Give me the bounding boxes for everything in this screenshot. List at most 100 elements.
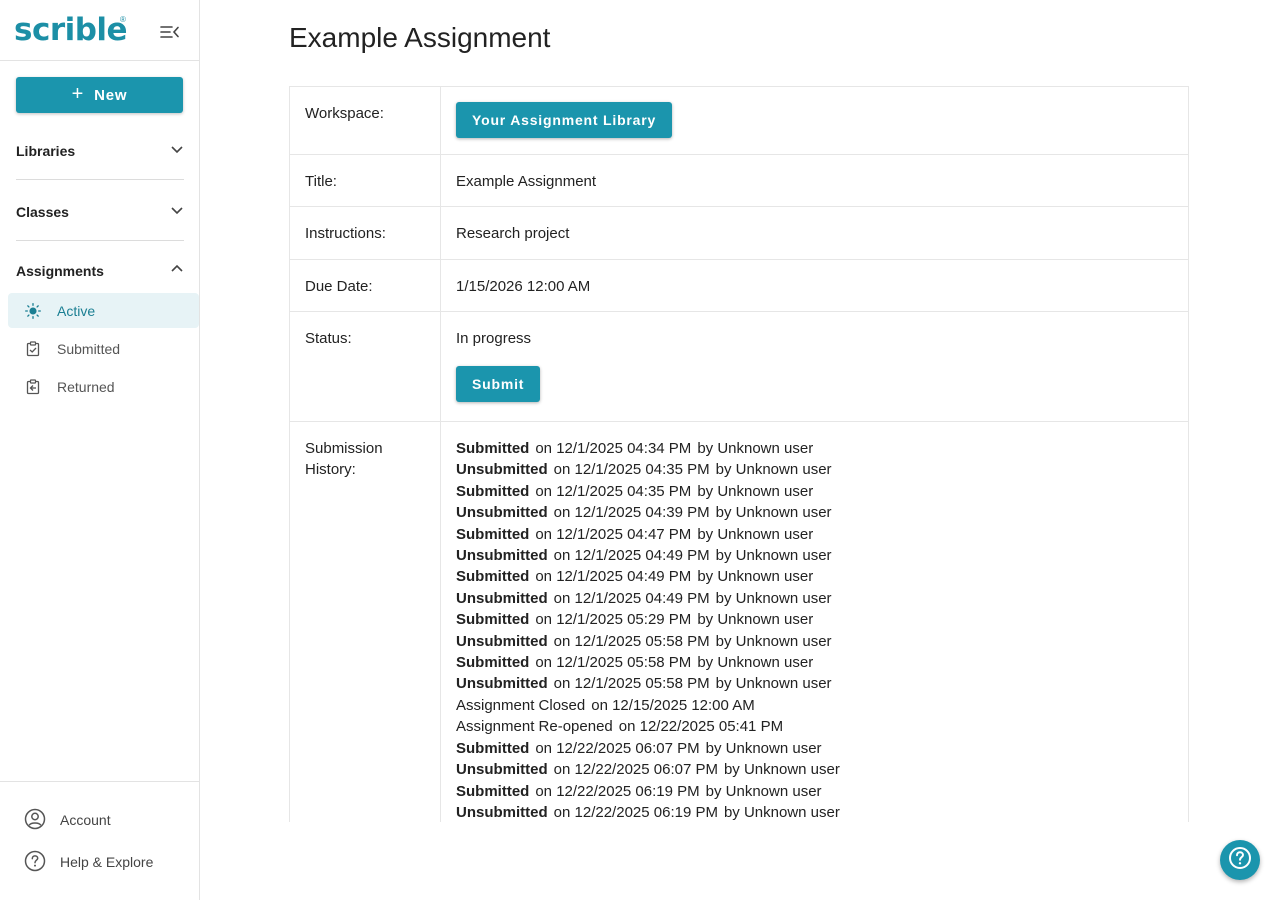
clipboard-check-icon (25, 340, 41, 357)
value-status: In progress Submit (441, 312, 1188, 421)
submit-button[interactable]: Submit (456, 366, 541, 402)
section-classes[interactable]: Classes (16, 197, 184, 227)
history-action: Assignment Re-opened (456, 718, 613, 736)
history-user: by Unknown user (697, 654, 814, 672)
history-action: Submitted (456, 782, 530, 800)
row-due-date: Due Date: 1/15/2026 12:00 AM (290, 260, 1188, 312)
history-user: by Unknown user (723, 761, 840, 779)
history-entry: Submitted on 12/1/2025 04:49 PM by Unknown… (456, 566, 1173, 587)
history-timestamp: on 12/22/2025 06:19 PM (535, 782, 700, 800)
section-assignments[interactable]: Assignments (16, 256, 184, 286)
history-entry: Submitted on 12/1/2025 04:47 PM by Unknown… (456, 524, 1173, 545)
chevron-down-icon (170, 142, 184, 161)
history-action: Unsubmitted (456, 504, 548, 522)
history-entry: Submitted on 12/22/2025 06:07 PM by Unknow… (456, 738, 1173, 759)
page-title: Example Assignment (289, 22, 551, 53)
label-title: Title: (290, 155, 441, 206)
history-user: by Unknown user (697, 482, 814, 500)
history-user: by Unknown user (715, 504, 832, 522)
history-timestamp: on 12/1/2025 04:49 PM (553, 547, 710, 565)
history-entry: Submitted on 12/1/2025 05:29 PM by Unknown… (456, 609, 1173, 630)
history-user: by Unknown user (723, 803, 840, 821)
history-action: Assignment Closed (456, 696, 586, 714)
label-submission-history: Submission History: (290, 422, 441, 822)
row-status: Status: In progress Submit (290, 312, 1188, 422)
history-user: by Unknown user (697, 525, 814, 543)
label-line: History: (305, 461, 356, 478)
history-entry: Assignment Closed on 12/15/2025 12:00 AM (456, 695, 1173, 716)
history-action: Unsubmitted (456, 461, 548, 479)
history-action: Submitted (456, 482, 530, 500)
clipboard-return-icon (25, 378, 41, 395)
sidebar-item-label: Active (57, 302, 96, 319)
history-action: Submitted (456, 739, 530, 757)
section-divider (16, 179, 184, 180)
sidebar-item-label: Submitted (57, 340, 121, 357)
history-timestamp: on 12/1/2025 04:49 PM (535, 568, 692, 586)
row-submission-history: Submission History: Submitted on 12/1/202… (290, 422, 1188, 822)
history-user: by Unknown user (705, 739, 822, 757)
help-fab-button[interactable] (1220, 840, 1260, 880)
account-link[interactable]: Account (24, 807, 111, 833)
history-action: Unsubmitted (456, 803, 548, 821)
history-timestamp: on 12/22/2025 06:07 PM (535, 739, 700, 757)
history-timestamp: on 12/1/2025 04:39 PM (553, 504, 710, 522)
account-icon (24, 808, 46, 833)
history-entry: Submitted on 12/1/2025 04:34 PM by Unknown… (456, 438, 1173, 459)
help-icon (1228, 846, 1252, 875)
history-timestamp: on 12/1/2025 04:47 PM (535, 525, 692, 543)
history-entry: Unsubmitted on 12/22/2025 06:07 PM by Unkn… (456, 759, 1173, 780)
history-entry: Unsubmitted on 12/1/2025 04:35 PM by Unkno… (456, 459, 1173, 480)
section-divider (16, 240, 184, 241)
history-action: Unsubmitted (456, 547, 548, 565)
account-label: Account (60, 812, 111, 828)
history-timestamp: on 12/1/2025 04:49 PM (553, 589, 710, 607)
section-libraries[interactable]: Libraries (16, 136, 184, 166)
logo-text: scrible (14, 12, 128, 48)
history-user: by Unknown user (715, 461, 832, 479)
history-action: Submitted (456, 654, 530, 672)
history-entry: Unsubmitted on 12/1/2025 04:39 PM by Unkno… (456, 502, 1173, 523)
row-instructions: Instructions: Research project (290, 207, 1188, 260)
sidebar-item-returned[interactable]: Returned (8, 369, 199, 404)
row-workspace: Workspace: Your Assignment Library (290, 87, 1188, 155)
assignment-library-button[interactable]: Your Assignment Library (456, 102, 673, 138)
sidebar-item-active[interactable]: Active (8, 293, 199, 328)
history-user: by Unknown user (697, 611, 814, 629)
sidebar-item-label: Returned (57, 378, 115, 395)
value-title: Example Assignment (456, 173, 597, 190)
brand-divider (0, 60, 199, 61)
collapse-sidebar-icon[interactable] (159, 22, 181, 42)
history-timestamp: on 12/15/2025 12:00 AM (591, 696, 755, 714)
brand-logo[interactable]: scrible ® (14, 12, 128, 48)
help-explore-link[interactable]: Help & Explore (24, 849, 153, 875)
history-entry: Submitted on 12/22/2025 06:19 PM by Unknow… (456, 781, 1173, 802)
history-action: Submitted (456, 568, 530, 586)
sidebar-item-submitted[interactable]: Submitted (8, 331, 199, 366)
history-timestamp: on 12/1/2025 05:58 PM (553, 675, 710, 693)
history-user: by Unknown user (715, 589, 832, 607)
history-timestamp: on 12/22/2025 06:07 PM (553, 761, 718, 779)
sidebar: scrible ® + New Libraries Classes Assign… (0, 0, 200, 900)
section-label: Classes (16, 204, 69, 220)
history-timestamp: on 12/1/2025 04:35 PM (553, 461, 710, 479)
history-entry: Submitted on 12/1/2025 05:58 PM by Unknown… (456, 652, 1173, 673)
label-status: Status: (290, 312, 441, 421)
assignment-details-table: Workspace: Your Assignment Library Title… (289, 86, 1189, 822)
row-title: Title: Example Assignment (290, 155, 1188, 207)
bottom-divider (0, 781, 199, 782)
history-entry: Unsubmitted on 12/1/2025 04:49 PM by Unkno… (456, 545, 1173, 566)
history-timestamp: on 12/1/2025 04:34 PM (535, 440, 692, 457)
new-button[interactable]: + New (16, 77, 183, 113)
sun-icon (25, 302, 41, 319)
status-text: In progress (456, 330, 532, 347)
history-action: Unsubmitted (456, 675, 548, 693)
history-action: Unsubmitted (456, 761, 548, 779)
history-user: by Unknown user (697, 440, 814, 457)
history-entry: Unsubmitted on 12/22/2025 06:19 PM by Unkn… (456, 802, 1173, 822)
history-user: by Unknown user (697, 568, 814, 586)
help-explore-label: Help & Explore (60, 854, 154, 870)
label-workspace: Workspace: (290, 87, 441, 154)
value-due-date: 1/15/2026 12:00 AM (456, 278, 591, 295)
history-action: Submitted (456, 440, 530, 457)
